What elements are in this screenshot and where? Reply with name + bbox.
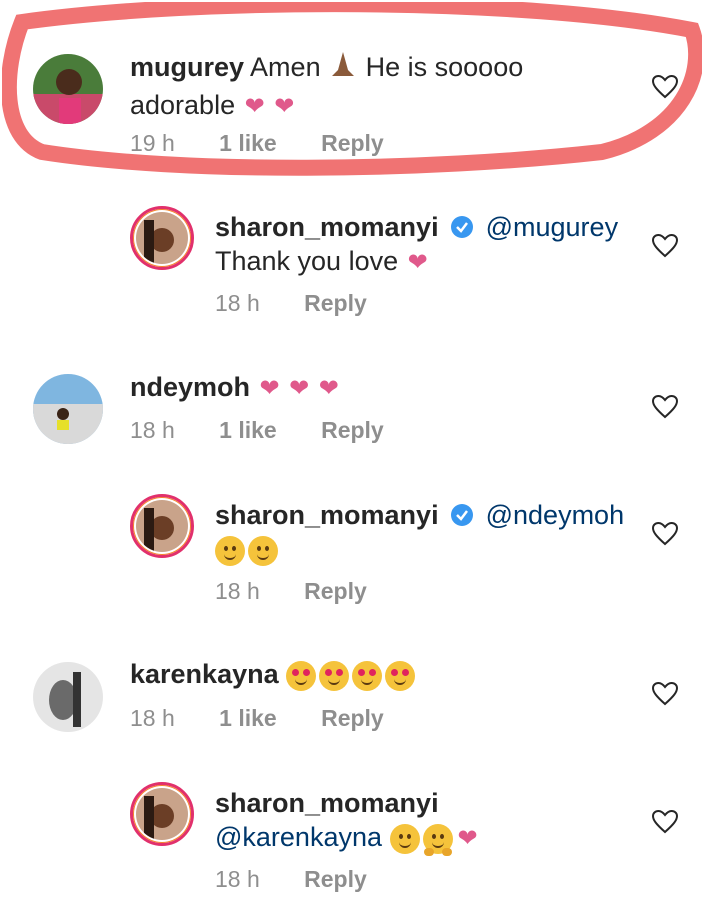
mention-link[interactable]: @mugurey [486,212,618,242]
reply-button[interactable]: Reply [321,130,384,157]
heart-emoji-icon: ❤ [457,825,478,852]
reply-button[interactable]: Reply [321,705,384,732]
comment-meta: 18 h Reply [215,290,367,317]
comment-meta: 19 h 1 like Reply [130,130,384,157]
username[interactable]: sharon_momanyi [215,500,439,530]
username[interactable]: karenkayna [130,659,279,689]
comment-meta: 18 h 1 like Reply [130,705,384,732]
heart-outline-icon[interactable] [652,522,678,546]
comment-meta: 18 h 1 like Reply [130,417,384,444]
likes-count[interactable]: 1 like [219,130,277,157]
verified-badge-icon [451,216,474,238]
reply-button[interactable]: Reply [321,417,384,444]
comment-text: mugurey Amen He is sooooo adorable ❤ ❤ [130,50,524,120]
username[interactable]: ndeymoh [130,372,250,402]
heart-emoji-icon: ❤ [318,375,339,402]
heart-eyes-emoji-icon [286,660,317,691]
heart-eyes-emoji-icon [385,660,416,691]
verified-badge-icon [451,504,474,526]
avatar[interactable] [130,782,194,846]
avatar[interactable] [33,662,103,732]
comment-text: ndeymoh ❤ ❤ ❤ [130,370,630,406]
heart-emoji-icon: ❤ [274,93,295,120]
username[interactable]: sharon_momanyi [215,788,439,818]
heart-eyes-emoji-icon [352,660,383,691]
heart-outline-icon[interactable] [652,234,678,258]
relieved-emoji-icon [248,535,278,566]
hugging-emoji-icon [422,823,453,856]
heart-eyes-emoji-icon [319,660,350,691]
reply-button[interactable]: Reply [304,866,367,893]
likes-count[interactable]: 1 like [219,417,277,444]
heart-emoji-icon: ❤ [407,249,428,276]
comment-text: karenkayna [130,657,630,691]
heart-outline-icon[interactable] [652,75,678,99]
heart-emoji-icon: ❤ [289,375,310,402]
avatar[interactable] [130,494,194,558]
heart-emoji-icon: ❤ [259,375,280,402]
heart-outline-icon[interactable] [652,395,678,419]
mention-link[interactable]: @ndeymoh [486,500,624,530]
smile-emoji-icon [389,823,420,854]
reply-button[interactable]: Reply [304,578,367,605]
username[interactable]: mugurey [130,52,244,82]
mention-link[interactable]: @karenkayna [215,822,382,852]
heart-emoji-icon: ❤ [244,93,265,120]
reply-button[interactable]: Reply [304,290,367,317]
avatar[interactable] [33,374,103,444]
avatar[interactable] [33,54,103,124]
comment-text: sharon_momanyi @karenkayna ❤ [215,786,645,856]
heart-outline-icon[interactable] [652,810,678,834]
username[interactable]: sharon_momanyi [215,212,439,242]
comment-meta: 18 h Reply [215,866,367,893]
comment-text: sharon_momanyi @ndeymoh [215,498,645,566]
likes-count[interactable]: 1 like [219,705,277,732]
comment-text: sharon_momanyi @mugurey Thank you love ❤ [215,212,619,276]
folded-hands-icon [328,50,358,88]
heart-outline-icon[interactable] [652,682,678,706]
avatar[interactable] [130,206,194,270]
comment-meta: 18 h Reply [215,578,367,605]
smile-emoji-icon [215,535,245,566]
